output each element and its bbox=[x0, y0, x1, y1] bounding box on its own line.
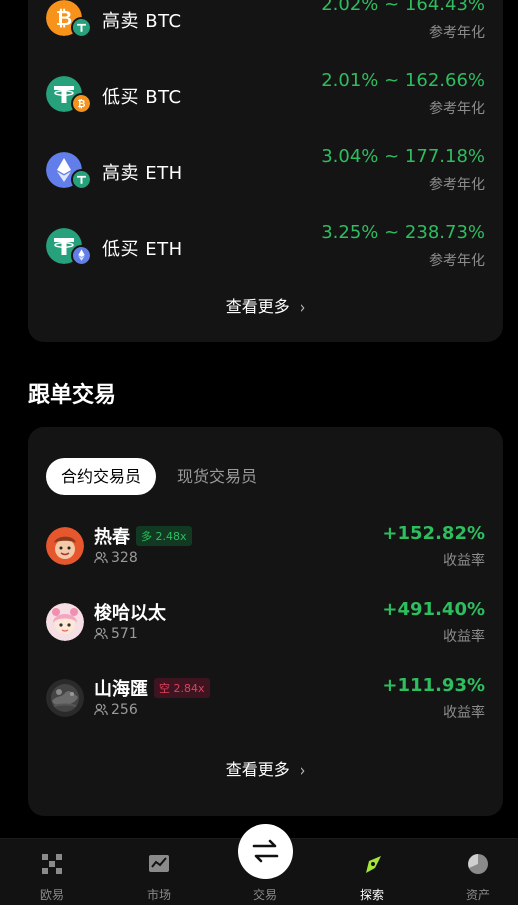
roi-value: +152.82% bbox=[382, 523, 485, 544]
tab-assets[interactable]: 资产 bbox=[438, 839, 518, 905]
users-icon bbox=[94, 627, 108, 640]
tab-label: 欧易 bbox=[39, 888, 64, 902]
tab-market[interactable]: 市场 bbox=[119, 839, 199, 905]
apr-range: 2.02% ~ 164.43% bbox=[321, 0, 485, 15]
product-name: 低买 BTC bbox=[102, 87, 182, 108]
tab-label: 探索 bbox=[359, 888, 384, 902]
position-badge: 空 2.84x bbox=[154, 678, 210, 698]
coin-pair: ₿ bbox=[46, 0, 94, 40]
trader-name: 热春 bbox=[94, 527, 130, 548]
swap-arrows-icon bbox=[252, 839, 279, 863]
product-name: 高卖 ETH bbox=[102, 163, 183, 184]
apr-range: 2.01% ~ 162.66% bbox=[321, 70, 485, 91]
trader-name: 梭哈以太 bbox=[94, 603, 166, 624]
apr-label: 参考年化 bbox=[429, 25, 485, 41]
follower-count-value: 328 bbox=[111, 550, 138, 566]
copy-trading-card: 合约交易员 现货交易员 热春 多 2.48x 328 +152.82% 收益率 … bbox=[28, 427, 503, 816]
compass-icon bbox=[366, 856, 381, 873]
coin-pair bbox=[46, 152, 94, 192]
follower-count: 571 bbox=[94, 626, 138, 642]
users-icon bbox=[94, 551, 108, 564]
apr-range: 3.04% ~ 177.18% bbox=[321, 146, 485, 167]
okx-logo-icon bbox=[42, 854, 62, 874]
dual-row-sell-high-eth[interactable]: 高卖 ETH 3.04% ~ 177.18% 参考年化 bbox=[46, 140, 485, 200]
tab-label: 资产 bbox=[465, 888, 490, 902]
users-icon bbox=[94, 703, 108, 716]
product-name: 高卖 BTC bbox=[102, 11, 182, 32]
roi-value: +491.40% bbox=[382, 599, 485, 620]
tab-label: 市场 bbox=[146, 888, 171, 902]
dual-row-sell-high-btc[interactable]: ₿ 高卖 BTC 2.02% ~ 164.43% 参考年化 bbox=[46, 0, 485, 48]
product-name: 低买 ETH bbox=[102, 239, 183, 260]
dual-row-buy-low-eth[interactable]: 低买 ETH 3.25% ~ 238.73% 参考年化 bbox=[46, 216, 485, 276]
market-chart-icon bbox=[149, 855, 169, 872]
coin-pair bbox=[46, 228, 94, 268]
apr-label: 参考年化 bbox=[429, 253, 485, 269]
trader-row[interactable]: 山海匯 空 2.84x 256 +111.93% 收益率 bbox=[46, 672, 485, 732]
chevron-right-icon: › bbox=[299, 298, 306, 318]
follower-count-value: 571 bbox=[111, 626, 138, 642]
pie-chart-icon bbox=[468, 854, 488, 874]
btc-icon: ₿ bbox=[71, 93, 92, 114]
trader-row[interactable]: 梭哈以太 571 +491.40% 收益率 bbox=[46, 596, 485, 656]
position-badge: 多 2.48x bbox=[136, 526, 192, 546]
avatar bbox=[46, 603, 84, 641]
usdt-icon bbox=[71, 17, 92, 38]
eth-icon bbox=[71, 245, 92, 266]
follower-count: 328 bbox=[94, 550, 138, 566]
follower-count: 256 bbox=[94, 702, 138, 718]
apr-label: 参考年化 bbox=[429, 101, 485, 117]
usdt-icon bbox=[71, 169, 92, 190]
avatar bbox=[46, 527, 84, 565]
view-more-label: 查看更多 bbox=[225, 760, 290, 779]
chevron-right-icon: › bbox=[299, 761, 306, 781]
apr-range: 3.25% ~ 238.73% bbox=[321, 222, 485, 243]
avatar bbox=[46, 679, 84, 717]
tab-explore[interactable]: 探索 bbox=[332, 839, 412, 905]
dual-row-buy-low-btc[interactable]: ₿ 低买 BTC 2.01% ~ 162.66% 参考年化 bbox=[46, 64, 485, 124]
coin-pair: ₿ bbox=[46, 76, 94, 116]
roi-label: 收益率 bbox=[443, 705, 485, 721]
trader-name: 山海匯 bbox=[94, 679, 148, 700]
tab-spot-traders[interactable]: 现货交易员 bbox=[162, 458, 272, 495]
tab-okx[interactable]: 欧易 bbox=[12, 839, 92, 905]
dual-investment-card: ₿ 高卖 BTC 2.02% ~ 164.43% 参考年化 ₿ 低买 BTC 2… bbox=[28, 0, 503, 342]
trade-center-button[interactable] bbox=[238, 824, 293, 879]
apr-label: 参考年化 bbox=[429, 177, 485, 193]
view-more-traders-button[interactable]: 查看更多 › bbox=[28, 756, 503, 781]
svg-text:₿: ₿ bbox=[56, 6, 72, 30]
roi-label: 收益率 bbox=[443, 629, 485, 645]
copy-trading-title: 跟单交易 bbox=[28, 383, 117, 408]
view-more-label: 查看更多 bbox=[225, 297, 290, 316]
roi-value: +111.93% bbox=[382, 675, 485, 696]
follower-count-value: 256 bbox=[111, 702, 138, 718]
tab-label: 交易 bbox=[252, 888, 277, 902]
roi-label: 收益率 bbox=[443, 553, 485, 569]
tab-futures-traders[interactable]: 合约交易员 bbox=[46, 458, 157, 495]
svg-text:₿: ₿ bbox=[78, 99, 86, 110]
view-more-dual-button[interactable]: 查看更多 › bbox=[28, 293, 503, 318]
trader-row[interactable]: 热春 多 2.48x 328 +152.82% 收益率 bbox=[46, 520, 485, 580]
